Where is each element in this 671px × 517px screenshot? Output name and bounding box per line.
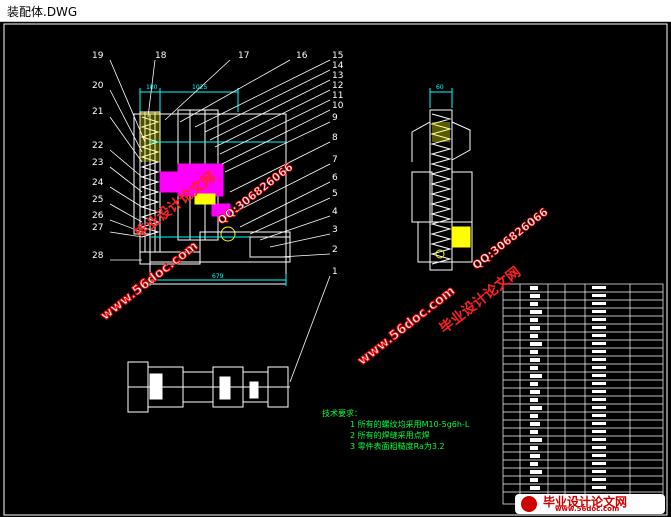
dim-side: 60 <box>436 84 444 91</box>
balloon: 8 <box>332 133 338 143</box>
tech-requirements: 技术要求： 1 所有的螺纹均采用M10-5g6h-L 2 所有的焊缝采用点焊 3… <box>322 408 469 452</box>
balloon: 6 <box>332 173 338 183</box>
balloon: 26 <box>92 211 104 221</box>
balloon: 27 <box>92 223 103 233</box>
side-view <box>411 88 473 271</box>
balloon: 1 <box>332 267 338 277</box>
tech-item: 3 零件表面粗糙度Ra为3.2 <box>350 442 445 451</box>
tech-item: 2 所有的焊缝采用点焊 <box>350 431 430 440</box>
balloon: 2 <box>332 245 338 255</box>
logo-mark-icon <box>521 496 537 512</box>
balloon: 19 <box>92 51 104 61</box>
balloon: 13 <box>332 71 343 81</box>
balloon: 22 <box>92 141 103 151</box>
dim-bottom: 679 <box>212 273 224 280</box>
tech-item: 1 所有的螺纹均采用M10-5g6h-L <box>350 420 470 429</box>
balloon: 20 <box>92 81 104 91</box>
balloon: 11 <box>332 91 343 101</box>
balloon: 3 <box>332 225 338 235</box>
balloon: 12 <box>332 81 343 91</box>
site-logo: 毕业设计论文网 www.56doc.com <box>515 494 665 514</box>
balloon: 10 <box>332 101 344 111</box>
balloon: 23 <box>92 158 103 168</box>
balloon: 16 <box>296 51 308 61</box>
cad-viewport[interactable]: 180 1025 679 <box>0 22 671 517</box>
tech-heading: 技术要求： <box>322 409 362 418</box>
balloon: 5 <box>332 189 338 199</box>
window-titlebar: 装配体.DWG <box>0 0 671 22</box>
balloon: 28 <box>92 251 104 261</box>
balloon: 18 <box>155 51 167 61</box>
balloon: 7 <box>332 155 338 165</box>
balloon: 25 <box>92 195 103 205</box>
balloon: 24 <box>92 178 104 188</box>
parts-list <box>502 283 664 505</box>
window-title: 装配体.DWG <box>7 5 78 19</box>
plan-view <box>127 361 290 413</box>
balloon: 4 <box>332 207 338 217</box>
logo-url: www.56doc.com <box>555 505 620 513</box>
balloon: 9 <box>332 113 338 123</box>
balloon: 15 <box>332 51 343 61</box>
balloon: 14 <box>332 61 344 71</box>
balloon: 21 <box>92 107 103 117</box>
balloon: 17 <box>238 51 249 61</box>
